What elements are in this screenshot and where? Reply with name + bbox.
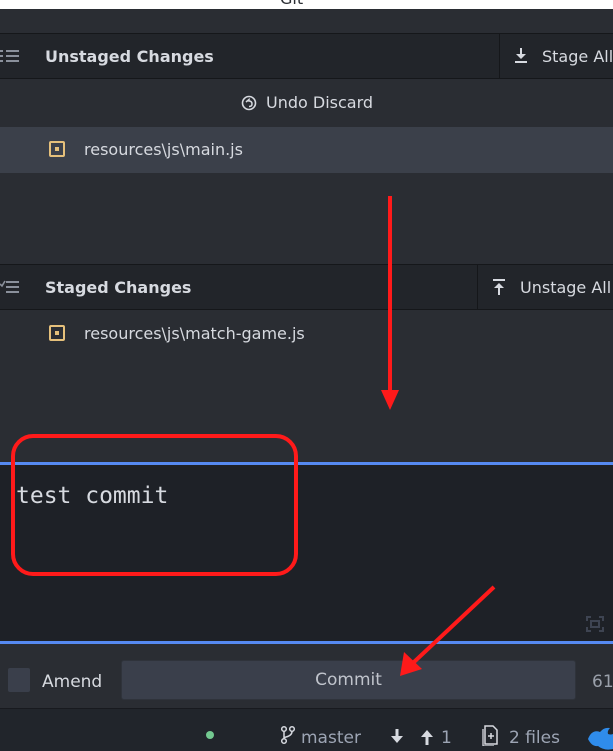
git-panel: Unstaged Changes Stage All Undo Discard … [0,9,613,751]
arrow-down-icon[interactable] [390,728,404,746]
unstage-all-icon [493,279,505,295]
stage-all-icon [515,48,527,63]
list-check-icon [0,280,19,293]
branch-icon[interactable] [280,725,296,745]
undo-icon [241,95,257,111]
unstage-all-label: Unstage All [520,278,612,297]
undo-discard-button[interactable]: Undo Discard [0,79,613,125]
git-panel-title: Git [280,0,303,8]
char-count: 61 [592,672,613,692]
staged-file-item[interactable]: resources\js\match-game.js [0,311,613,357]
commit-message-text: test commit [16,483,169,509]
file-name: resources\js\match-game.js [84,324,305,343]
ahead-count: 1 [441,728,452,748]
staged-changes-title: Staged Changes [45,278,192,297]
github-bird-icon[interactable] [586,725,613,751]
modified-file-icon [49,325,65,341]
git-panel-screenshot: Git Unstaged Changes Stage All [0,0,613,751]
expand-icon[interactable] [585,615,605,633]
unstaged-file-item[interactable]: resources\js\main.js [0,127,613,173]
commit-button[interactable]: Commit [121,660,576,700]
staged-changes-header: Staged Changes Unstage All [0,264,613,310]
status-dot [206,731,214,739]
branch-name[interactable]: master [301,728,361,748]
amend-label: Amend [42,672,103,692]
panel-tab-strip: Git [0,0,613,9]
amend-checkbox[interactable] [8,668,30,692]
unstage-all-button[interactable]: Unstage All [477,265,613,309]
undo-discard-label: Undo Discard [266,93,374,112]
unstaged-changes-title: Unstaged Changes [45,47,214,66]
unstaged-changes-header: Unstaged Changes Stage All [0,33,613,79]
status-bar: master 1 2 files [0,708,613,751]
files-icon[interactable] [481,724,499,746]
modified-file-icon [49,141,65,157]
stage-all-button[interactable]: Stage All [499,34,613,78]
commit-message-editor[interactable]: test commit [0,462,613,644]
file-name: resources\js\main.js [84,140,243,159]
arrow-up-icon[interactable] [420,728,434,746]
changed-files-count[interactable]: 2 files [509,728,560,748]
commit-bar: Amend Commit 61 [0,644,613,708]
stage-all-label: Stage All [542,47,613,66]
list-icon [0,50,19,62]
